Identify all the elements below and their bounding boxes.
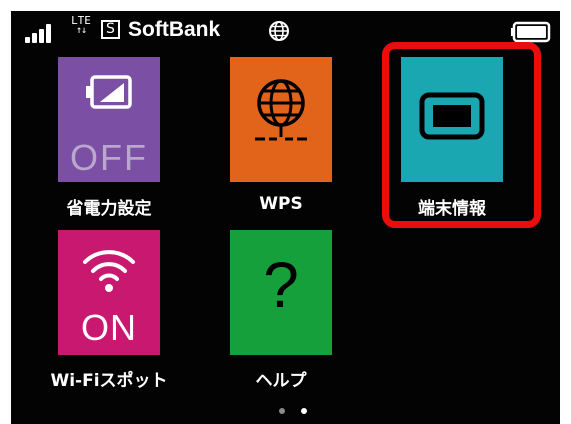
selection-highlight <box>382 42 541 228</box>
page-indicator-dot-2[interactable] <box>301 408 307 414</box>
wifi-on-label: ON <box>81 307 137 348</box>
tile-help[interactable]: ? <box>230 230 332 355</box>
device-screen: LTE ↑↓ S SoftBank OFF 省電力設定 WPS 端末情報 ON … <box>11 11 560 424</box>
wifi-icon <box>83 250 135 292</box>
sim-indicator: S <box>101 20 120 39</box>
tile-wifi-spot[interactable]: ON <box>58 230 160 355</box>
tile-label-help: ヘルプ <box>255 371 307 391</box>
power-off-label: OFF <box>70 137 148 178</box>
page-indicator-dot-1[interactable] <box>279 408 285 414</box>
tile-label-power-saving: 省電力設定 <box>66 199 152 219</box>
tile-power-saving[interactable]: OFF <box>58 57 160 182</box>
tile-label-wifi-spot: Wi-Fiスポット <box>50 371 168 391</box>
tile-wps[interactable] <box>230 57 332 182</box>
globe-network-icon <box>255 79 307 141</box>
signal-strength-icon <box>25 23 65 43</box>
data-transfer-arrows: ↑↓ <box>75 25 87 36</box>
battery-full-icon <box>511 21 551 43</box>
tile-label-wps: WPS <box>259 194 303 214</box>
carrier-name: SoftBank <box>128 18 221 41</box>
help-icon: ? <box>263 249 299 321</box>
battery-icon <box>86 75 132 109</box>
network-type-indicator: LTE ↑↓ <box>69 15 93 36</box>
globe-icon <box>269 21 289 41</box>
